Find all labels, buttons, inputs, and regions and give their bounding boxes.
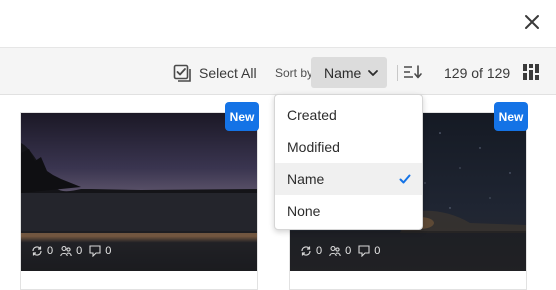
comment-stat: 0: [89, 245, 111, 257]
asset-card[interactable]: 0 0 0: [20, 112, 258, 290]
sort-option-label: Modified: [287, 139, 340, 155]
comment-count: 0: [374, 245, 381, 257]
people-stat: 0: [60, 245, 82, 257]
item-count: 129 of 129: [444, 65, 511, 81]
people-icon: [329, 245, 341, 257]
toolbar: Select All Sort by Name 129 of 129: [0, 47, 556, 95]
comment-count: 0: [105, 245, 112, 257]
checkmark-icon: [399, 174, 411, 184]
sync-icon: [32, 246, 42, 256]
sync-stat: 0: [31, 245, 53, 257]
sort-option-modified[interactable]: Modified: [275, 131, 422, 163]
sync-count: 0: [316, 245, 323, 257]
sort-option-label: Created: [287, 107, 337, 123]
new-badge: New: [225, 102, 259, 131]
asset-stats-bar: 0 0 0: [21, 231, 257, 271]
sort-dropdown-value: Name: [324, 64, 362, 81]
grid-view-icon[interactable]: [522, 63, 540, 81]
comment-stat: 0: [358, 245, 380, 257]
sort-option-name[interactable]: Name: [275, 163, 422, 195]
select-all-button[interactable]: Select All: [173, 62, 257, 84]
people-count: 0: [345, 245, 352, 257]
sort-option-label: Name: [287, 171, 325, 187]
sort-dropdown[interactable]: Name: [311, 57, 387, 88]
comment-icon: [89, 245, 101, 257]
people-count: 0: [76, 245, 83, 257]
top-bar: [0, 0, 556, 47]
sort-by-label: Sort by: [275, 66, 314, 80]
sync-count: 0: [47, 245, 54, 257]
chevron-down-icon: [368, 70, 378, 76]
sync-stat: 0: [300, 245, 322, 257]
people-stat: 0: [329, 245, 351, 257]
sync-icon: [301, 246, 311, 256]
comment-icon: [358, 245, 370, 257]
asset-stats-bar: 0 0 0: [290, 231, 526, 271]
people-icon: [60, 245, 72, 257]
new-badge: New: [494, 102, 528, 131]
sort-option-created[interactable]: Created: [275, 99, 422, 131]
checkbox-icon: [173, 64, 191, 82]
sort-menu: Created Modified Name None: [274, 94, 423, 230]
sort-option-none[interactable]: None: [275, 195, 422, 227]
close-icon[interactable]: [522, 12, 542, 32]
sort-order-icon[interactable]: [403, 64, 423, 80]
sort-option-label: None: [287, 203, 321, 219]
toolbar-divider: [397, 65, 398, 81]
select-all-label: Select All: [199, 65, 257, 81]
